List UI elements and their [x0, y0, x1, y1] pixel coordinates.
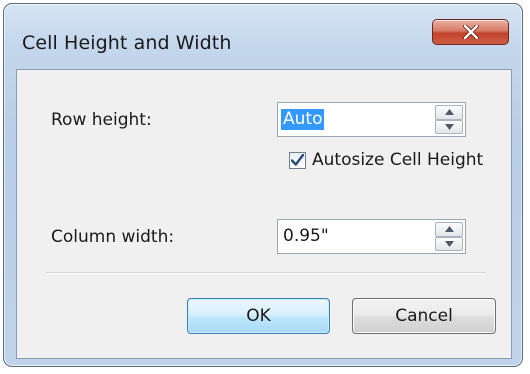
row-height-spinbox[interactable]: Auto: [277, 102, 466, 137]
spin-up-icon: [444, 109, 454, 116]
spin-up-icon: [444, 226, 454, 233]
autosize-label[interactable]: Autosize Cell Height: [312, 150, 483, 170]
column-width-spinbox[interactable]: 0.95": [277, 219, 466, 254]
dialog-window: Cell Height and Width Row height: Auto A…: [3, 3, 523, 367]
row-height-spin-buttons: [435, 105, 463, 134]
column-width-spin-up[interactable]: [435, 222, 463, 237]
column-width-spin-down[interactable]: [435, 236, 463, 251]
checkmark-icon: [291, 154, 304, 166]
autosize-checkbox[interactable]: [289, 151, 306, 169]
dialog-title: Cell Height and Width: [22, 32, 232, 54]
dialog-body: Row height: Auto Autosize Cell Height Co…: [16, 69, 512, 359]
cancel-button[interactable]: Cancel: [352, 298, 496, 334]
row-height-value[interactable]: Auto: [281, 109, 325, 130]
column-width-value[interactable]: 0.95": [281, 226, 331, 247]
close-icon: [462, 25, 479, 39]
spin-down-icon: [444, 240, 454, 247]
spin-down-icon: [444, 123, 454, 130]
autosize-cell-height-row[interactable]: Autosize Cell Height: [289, 150, 483, 170]
close-button[interactable]: [432, 19, 509, 45]
row-height-spin-up[interactable]: [435, 105, 463, 120]
row-height-label: Row height:: [51, 110, 152, 130]
separator: [47, 272, 485, 274]
column-width-spin-buttons: [435, 222, 463, 251]
row-height-spin-down[interactable]: [435, 119, 463, 134]
ok-button[interactable]: OK: [187, 298, 330, 334]
column-width-label: Column width:: [51, 227, 175, 247]
